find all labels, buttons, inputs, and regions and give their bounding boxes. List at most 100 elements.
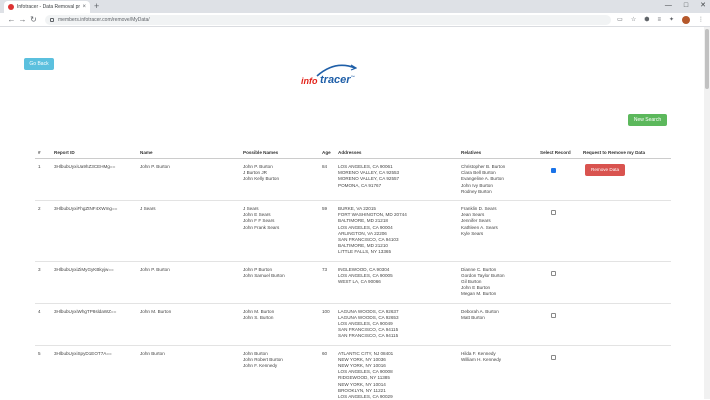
- addresses: BURKE, VA 22015 FORT WASHINGTON, MD 20744…: [335, 200, 458, 262]
- window-controls: — □ ✕: [665, 0, 706, 12]
- relative-name: Rodney Burton: [461, 188, 492, 194]
- page-content: Go Back info tracer™ New Search # Report …: [0, 27, 710, 399]
- address-line: LOS ANGELES, CA 90029: [338, 394, 393, 399]
- col-remove-request-header: Request to Remove my Data: [580, 147, 671, 159]
- relatives: Christopher B. Burton Clara Bell Burton Ev…: [458, 157, 537, 201]
- row-number: 5: [35, 344, 51, 399]
- possible-names: John Burton John Robert Burton John F. Ken…: [240, 344, 319, 399]
- addresses: ATLANTIC CITY, NJ 08401 NEW YORK, NY 1003…: [335, 344, 458, 399]
- extensions-icon[interactable]: ⬢: [644, 16, 649, 23]
- table-row: 5 3HlbubUyxiSpyD1EOT7A== John Burton John B…: [35, 344, 671, 399]
- report-id: 3HlbubUyxiFhgZtNF4XWmg==: [51, 200, 137, 262]
- extension-puzzle-icon[interactable]: ✦: [669, 16, 674, 23]
- more-menu-icon[interactable]: ⋮: [698, 16, 704, 23]
- col-name-header: Name: [137, 147, 240, 159]
- possible-names: John M. Burton John S. Burton: [240, 302, 319, 346]
- select-record-cell: [537, 344, 580, 399]
- record-name: John P. Burton: [137, 260, 240, 304]
- possible-name: John Frank Sears: [243, 224, 280, 230]
- row-number: 3: [35, 260, 51, 304]
- possible-name: John Kelly Burton: [243, 176, 280, 182]
- back-arrow-icon[interactable]: ←: [6, 15, 17, 24]
- address-bar[interactable]: members.infotracer.com/remove/MyData/: [45, 14, 612, 25]
- table-row: 4 3HlbubUyxiWhgTP8sldaWZ== John M. Burton J…: [35, 302, 671, 346]
- select-record-checkbox[interactable]: [551, 210, 556, 216]
- select-record-checkbox[interactable]: [551, 312, 556, 318]
- minimize-icon[interactable]: —: [665, 0, 672, 12]
- table-header-row: # Report ID Name Possible Names Age Addresses…: [35, 147, 671, 159]
- address-line: SAN FRANCISCO, CA 94115: [338, 333, 399, 339]
- row-number: 2: [35, 200, 51, 262]
- address-line: POMONA, CA 91767: [338, 182, 382, 188]
- select-record-cell: [537, 260, 580, 304]
- logo-tracer-text: tracer™: [320, 74, 355, 86]
- scrollbar-thumb[interactable]: [705, 29, 709, 89]
- favicon-icon: [8, 4, 14, 10]
- relative-name: Megan M. Burton: [461, 291, 497, 297]
- menu-icon[interactable]: ≡: [657, 17, 661, 23]
- go-back-button[interactable]: Go Back: [24, 58, 54, 70]
- new-search-button[interactable]: New Search: [628, 114, 667, 126]
- table-row: 3 3HlbubUyxiZiMyGyKBkyjw== John P. Burton J…: [35, 260, 671, 304]
- record-age: 73: [319, 260, 335, 304]
- record-age: 59: [319, 200, 335, 262]
- possible-names: John P. Burton J Burton JR John Kelly Burt…: [240, 157, 319, 201]
- col-addresses-header: Addresses: [335, 147, 458, 159]
- infotracer-logo: info tracer™: [301, 64, 363, 92]
- addresses: INGLEWOOD, CA 90304 LOS ANGELES, CA 90005…: [335, 260, 458, 304]
- remove-request-cell: [580, 260, 671, 304]
- col-possible-names-header: Possible Names: [240, 147, 319, 159]
- new-tab-button[interactable]: +: [94, 1, 99, 12]
- page-scrollbar[interactable]: [704, 27, 710, 399]
- col-relatives-header: Relatives: [458, 147, 537, 159]
- col-select-record-header: Select Record: [537, 147, 580, 159]
- profile-avatar[interactable]: [682, 15, 690, 24]
- maximize-icon[interactable]: □: [684, 0, 688, 12]
- record-age: 84: [319, 157, 335, 201]
- tab-title: Infotracer - Data Removal proc...: [17, 4, 81, 10]
- browser-tabstrip: Infotracer - Data Removal proc... × + — …: [0, 0, 710, 13]
- url-text: members.infotracer.com/remove/MyData/: [58, 16, 150, 23]
- select-record-cell: [537, 200, 580, 262]
- remove-request-cell: [580, 200, 671, 262]
- record-name: John M. Burton: [137, 302, 240, 346]
- col-report-id-header: Report ID: [51, 147, 137, 159]
- record-name: John P. Burton: [137, 157, 240, 201]
- record-name: John Burton: [137, 344, 240, 399]
- row-number: 1: [35, 157, 51, 201]
- cast-icon[interactable]: ▭: [617, 16, 623, 23]
- close-window-icon[interactable]: ✕: [700, 0, 706, 12]
- relatives: Franklin D. Sears Jean Sears Jennifer Sear…: [458, 200, 537, 262]
- possible-names: John P Burton John Samuel Burton: [240, 260, 319, 304]
- forward-arrow-icon[interactable]: →: [17, 15, 28, 24]
- logo-info-text: info: [301, 76, 318, 86]
- reload-icon[interactable]: ↻: [28, 15, 39, 24]
- record-age: 100: [319, 302, 335, 346]
- lock-icon: [50, 17, 54, 22]
- record-age: 60: [319, 344, 335, 399]
- address-line: LITTLE FALLS, NY 13365: [338, 249, 392, 255]
- report-id: 3HlbubUyxiZiMyGyKBkyjw==: [51, 260, 137, 304]
- relative-name: William H. Kennedy: [461, 356, 502, 362]
- remove-data-button[interactable]: Remove Data: [585, 164, 626, 177]
- possible-name: John F. Kennedy: [243, 363, 278, 369]
- remove-request-cell: [580, 302, 671, 346]
- relatives: Dianne C. Burton Gordon Taylor Burton Gil …: [458, 260, 537, 304]
- browser-toolbar: ← → ↻ members.infotracer.com/remove/MyDa…: [0, 13, 710, 27]
- col-age-header: Age: [319, 147, 335, 159]
- results-table: # Report ID Name Possible Names Age Addresses…: [35, 147, 671, 399]
- star-icon[interactable]: ☆: [631, 16, 636, 23]
- select-record-checkbox[interactable]: [551, 168, 556, 173]
- select-record-checkbox[interactable]: [551, 354, 556, 360]
- select-record-cell: [537, 302, 580, 346]
- relative-name: Kyle Sears: [461, 230, 484, 236]
- possible-names: J Sears John E Sears John F F Sears John Fr…: [240, 200, 319, 262]
- browser-tab[interactable]: Infotracer - Data Removal proc... ×: [4, 1, 90, 13]
- select-record-cell: [537, 157, 580, 201]
- report-id: 3HlbubUyxiWhgTP8sldaWZ==: [51, 302, 137, 346]
- report-id: 3HlbubUyxiSpyD1EOT7A==: [51, 344, 137, 399]
- table-row: 2 3HlbubUyxiFhgZtNF4XWmg== J Sears J Sears J…: [35, 200, 671, 262]
- record-name: J Sears: [137, 200, 240, 262]
- tab-close-icon[interactable]: ×: [82, 4, 86, 10]
- select-record-checkbox[interactable]: [551, 270, 556, 276]
